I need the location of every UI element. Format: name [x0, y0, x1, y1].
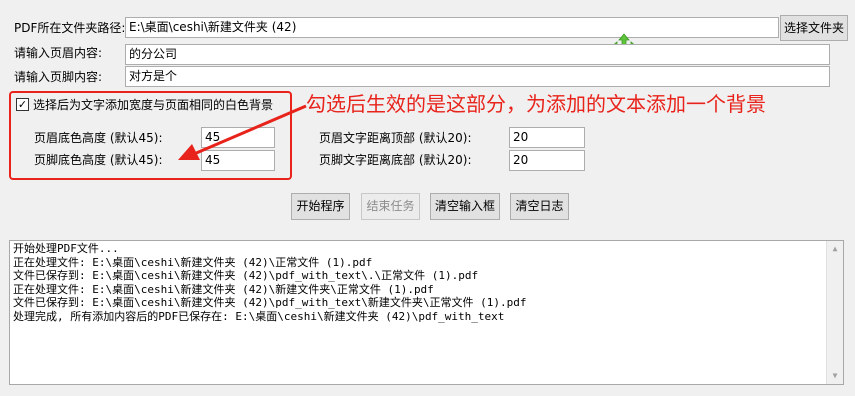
clear-log-button[interactable]: 清空日志 [510, 193, 569, 220]
log-line: 文件已保存到: E:\桌面\ceshi\新建文件夹 (42)\pdf_with_… [13, 269, 479, 282]
folder-path-input[interactable]: E:\桌面\ceshi\新建文件夹 (42) [125, 17, 779, 38]
log-line: 正在处理文件: E:\桌面\ceshi\新建文件夹 (42)\正常文件 (1).… [13, 255, 373, 269]
footer-content-label: 请输入页脚内容: [14, 70, 103, 84]
log-line: 正在处理文件: E:\桌面\ceshi\新建文件夹 (42)\新建文件夹\正常文… [13, 282, 434, 296]
log-line: 处理完成, 所有添加内容后的PDF已保存在: E:\桌面\ceshi\新建文件夹… [13, 309, 505, 323]
header-top-distance-label: 页眉文字距离顶部 (默认20): [319, 131, 472, 145]
header-top-distance-input[interactable]: 20 [509, 127, 585, 148]
footer-bg-height-label: 页脚底色高度 (默认45): [34, 153, 163, 167]
scroll-up-arrow-icon[interactable]: ▲ [827, 241, 843, 257]
header-bg-height-label: 页眉底色高度 (默认45): [34, 131, 163, 145]
start-button[interactable]: 开始程序 [291, 193, 350, 220]
log-line: 文件已保存到: E:\桌面\ceshi\新建文件夹 (42)\pdf_with_… [13, 296, 527, 309]
footer-content-input[interactable]: 对方是个 [125, 66, 830, 87]
choose-folder-button[interactable]: 选择文件夹 [780, 15, 848, 41]
annotation-arrow [178, 104, 307, 160]
annotation-text: 勾选后生效的是这部分，为添加的文本添加一个背景 [306, 92, 766, 116]
header-content-label: 请输入页眉内容: [14, 46, 103, 60]
header-content-input[interactable]: 的分公司 [125, 44, 830, 65]
white-background-checkbox[interactable]: ✓ [16, 98, 29, 111]
log-output[interactable]: 开始处理PDF文件... 正在处理文件: E:\桌面\ceshi\新建文件夹 (… [9, 240, 844, 385]
log-scrollbar[interactable]: ▲ ▼ [826, 241, 843, 384]
clear-input-button[interactable]: 清空输入框 [430, 193, 500, 220]
stop-button[interactable]: 结束任务 [361, 193, 420, 220]
scroll-down-arrow-icon[interactable]: ▼ [827, 368, 843, 384]
footer-bottom-distance-label: 页脚文字距离底部 (默认20): [319, 153, 472, 167]
log-line: 开始处理PDF文件... [13, 242, 119, 255]
folder-path-label: PDF所在文件夹路径: [14, 21, 126, 35]
footer-bottom-distance-input[interactable]: 20 [509, 150, 585, 171]
